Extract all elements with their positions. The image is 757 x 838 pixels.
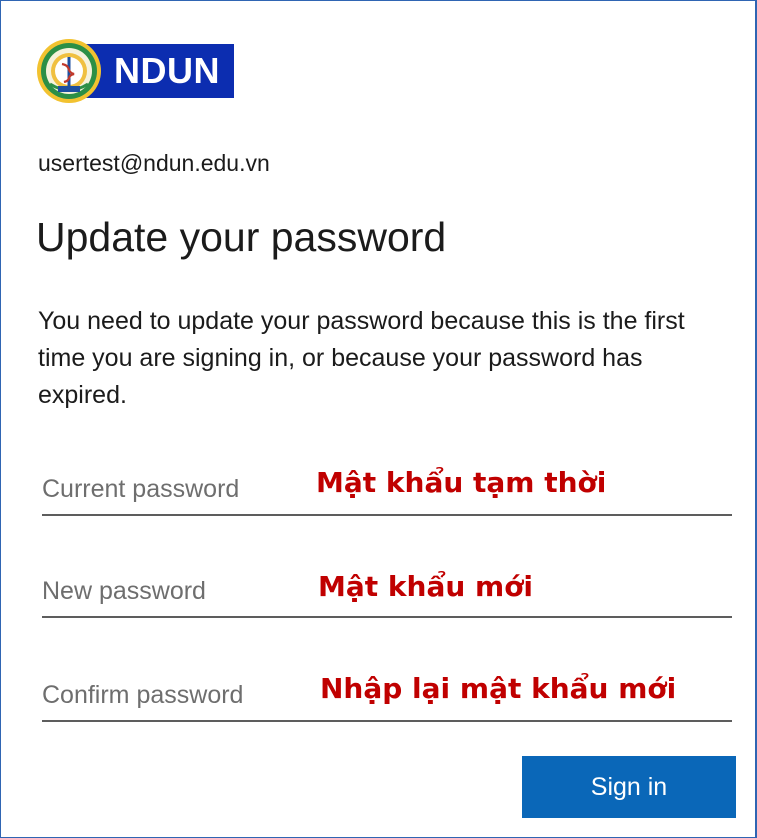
- university-seal-icon: [37, 39, 101, 103]
- page-title: Update your password: [36, 214, 447, 260]
- current-password-annotation: Mật khẩu tạm thời: [316, 466, 607, 499]
- new-password-annotation: Mật khẩu mới: [318, 570, 534, 603]
- brand-wordmark: NDUN: [84, 44, 234, 98]
- sign-in-button[interactable]: Sign in: [522, 756, 736, 818]
- account-email: usertest@ndun.edu.vn: [38, 150, 270, 176]
- confirm-password-annotation: Nhập lại mật khẩu mới: [320, 672, 677, 705]
- new-password-input[interactable]: [42, 576, 302, 606]
- current-password-input[interactable]: [42, 474, 302, 504]
- organization-logo: NDUN: [36, 36, 234, 106]
- confirm-password-input[interactable]: [42, 680, 302, 710]
- page-description: You need to update your password because…: [38, 307, 685, 409]
